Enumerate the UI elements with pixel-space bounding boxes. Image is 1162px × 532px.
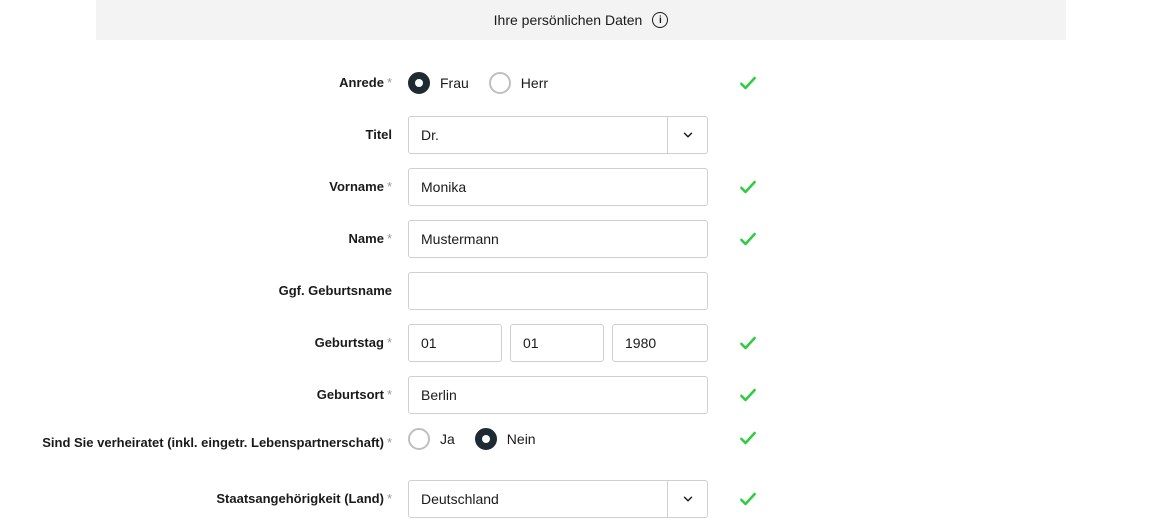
row-titel: Titel Dr.: [0, 116, 1162, 154]
row-vorname: Vorname*: [0, 168, 1162, 206]
valid-staatsangehoerigkeit: [718, 489, 778, 509]
row-geburtsname: Ggf. Geburtsname: [0, 272, 1162, 310]
info-icon[interactable]: i: [652, 12, 668, 28]
label-geburtsname: Ggf. Geburtsname: [0, 282, 408, 300]
valid-geburtstag: [718, 333, 778, 353]
row-staatsangehoerigkeit: Staatsangehörigkeit (Land)* Deutschland: [0, 480, 1162, 518]
checkmark-icon: [738, 229, 758, 249]
radio-label-ja: Ja: [440, 431, 455, 447]
checkmark-icon: [738, 489, 758, 509]
input-geburtstag-jahr[interactable]: [612, 324, 708, 362]
row-name: Name*: [0, 220, 1162, 258]
radio-label-nein: Nein: [507, 431, 536, 447]
valid-anrede: [718, 73, 778, 93]
chevron-down-icon: [667, 481, 707, 517]
label-staatsangehoerigkeit: Staatsangehörigkeit (Land)*: [0, 490, 408, 508]
radio-label-frau: Frau: [440, 75, 469, 91]
checkmark-icon: [738, 385, 758, 405]
checkmark-icon: [738, 428, 758, 448]
label-anrede: Anrede*: [0, 74, 408, 92]
row-geburtsort: Geburtsort*: [0, 376, 1162, 414]
select-titel[interactable]: Dr.: [408, 116, 708, 154]
input-vorname[interactable]: [408, 168, 708, 206]
radio-verheiratet-ja[interactable]: [408, 428, 430, 450]
input-geburtstag-tag[interactable]: [408, 324, 502, 362]
chevron-down-icon: [667, 117, 707, 153]
anrede-radio-group: Frau Herr: [408, 72, 560, 94]
date-group-geburtstag: [408, 324, 708, 362]
radio-anrede-frau[interactable]: [408, 72, 430, 94]
label-geburtsort: Geburtsort*: [0, 386, 408, 404]
form-section-header: Ihre persönlichen Daten i: [96, 0, 1066, 40]
input-name[interactable]: [408, 220, 708, 258]
row-geburtstag: Geburtstag*: [0, 324, 1162, 362]
radio-label-herr: Herr: [521, 75, 548, 91]
checkmark-icon: [738, 333, 758, 353]
input-geburtsname[interactable]: [408, 272, 708, 310]
input-geburtstag-monat[interactable]: [510, 324, 604, 362]
label-titel: Titel: [0, 126, 408, 144]
checkmark-icon: [738, 177, 758, 197]
row-verheiratet: Sind Sie verheiratet (inkl. eingetr. Leb…: [0, 428, 1162, 466]
row-anrede: Anrede* Frau Herr: [0, 64, 1162, 102]
section-title: Ihre persönlichen Daten: [494, 12, 643, 28]
label-name: Name*: [0, 230, 408, 248]
label-vorname: Vorname*: [0, 178, 408, 196]
select-titel-value: Dr.: [409, 127, 667, 143]
valid-vorname: [718, 177, 778, 197]
select-staatsangehoerigkeit-value: Deutschland: [409, 491, 667, 507]
radio-verheiratet-nein[interactable]: [475, 428, 497, 450]
verheiratet-radio-group: Ja Nein: [408, 428, 548, 450]
input-geburtsort[interactable]: [408, 376, 708, 414]
radio-anrede-herr[interactable]: [489, 72, 511, 94]
checkmark-icon: [738, 73, 758, 93]
label-geburtstag: Geburtstag*: [0, 334, 408, 352]
personal-data-form: Anrede* Frau Herr Titel Dr.: [0, 40, 1162, 518]
valid-geburtsort: [718, 385, 778, 405]
label-verheiratet: Sind Sie verheiratet (inkl. eingetr. Leb…: [0, 428, 408, 452]
valid-verheiratet: [718, 428, 778, 448]
select-staatsangehoerigkeit[interactable]: Deutschland: [408, 480, 708, 518]
valid-name: [718, 229, 778, 249]
